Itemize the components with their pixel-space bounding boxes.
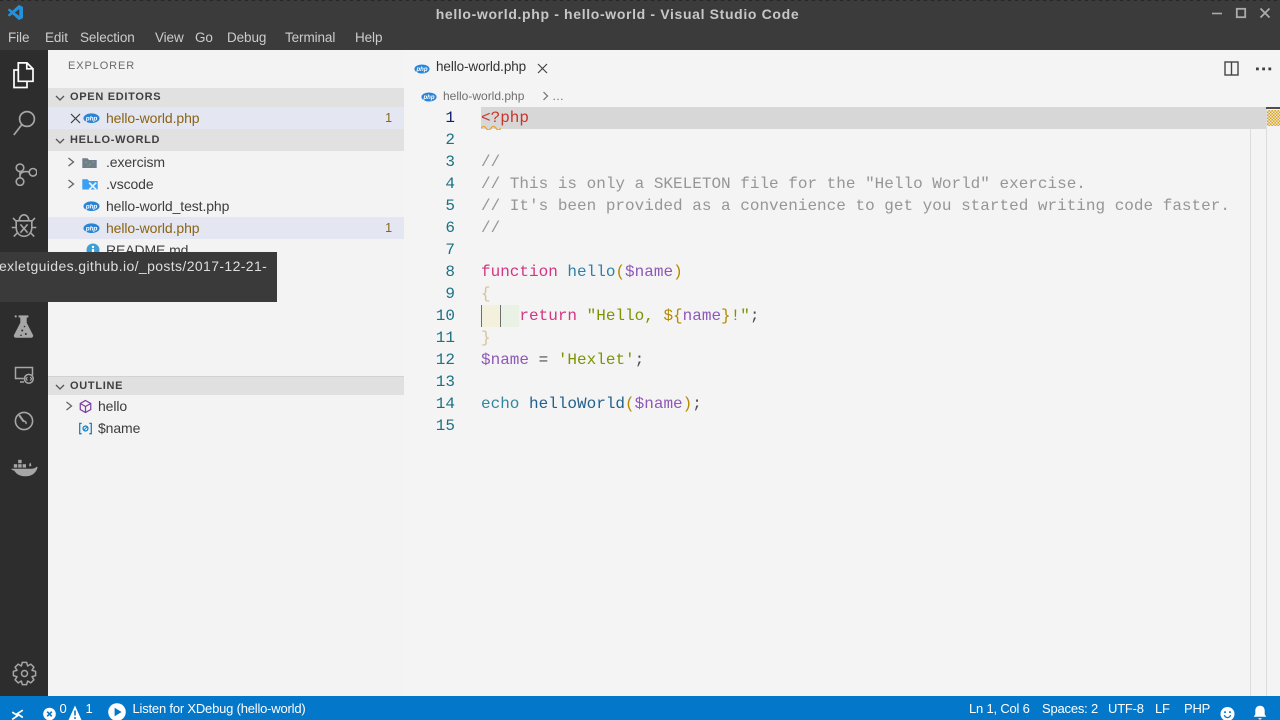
svg-text:php: php — [84, 115, 97, 122]
svg-text:php: php — [84, 203, 97, 210]
svg-text:php: php — [422, 95, 434, 101]
svg-text:php: php — [415, 67, 427, 73]
svg-text:php: php — [84, 225, 97, 232]
